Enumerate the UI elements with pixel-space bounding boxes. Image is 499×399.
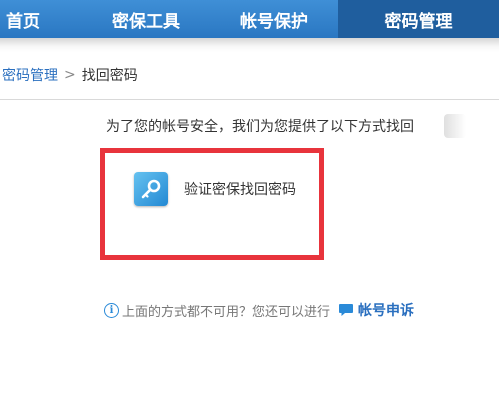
top-nav: 首页 密保工具 帐号保护 密码管理	[0, 0, 499, 38]
tab-security-tools[interactable]: 密保工具	[82, 0, 210, 38]
info-icon: i	[104, 302, 119, 318]
tab-account-protection[interactable]: 帐号保护	[210, 0, 338, 38]
intro-text: 为了您的帐号安全，我们为您提供了以下方式找回	[106, 119, 414, 135]
chat-bubble-icon	[339, 304, 354, 316]
divider	[0, 99, 499, 100]
breadcrumb: 密码管理 > 找回密码	[0, 62, 138, 88]
chevron-right-icon: >	[64, 67, 76, 83]
breadcrumb-current: 找回密码	[81, 68, 138, 84]
help-text: 上面的方式都不可用？您还可以进行	[122, 304, 331, 320]
help-row: i 上面的方式都不可用？您还可以进行 帐号申诉	[104, 300, 414, 320]
option-label: 验证密保找回密码	[184, 182, 296, 198]
tab-password-management[interactable]: 密码管理	[338, 0, 499, 38]
page: 首页 密保工具 帐号保护 密码管理 密码管理 > 找回密码 为了您的帐号安全，我…	[0, 0, 499, 399]
verify-security-option[interactable]: 验证密保找回密码	[134, 172, 296, 206]
appeal-label: 帐号申诉	[358, 303, 415, 319]
faded-overlay	[444, 114, 466, 138]
account-appeal-link[interactable]: 帐号申诉	[338, 300, 414, 320]
key-icon	[134, 172, 168, 206]
breadcrumb-parent-link[interactable]: 密码管理	[0, 65, 58, 85]
nav-shadow	[0, 38, 499, 52]
tab-home[interactable]: 首页	[0, 0, 82, 38]
